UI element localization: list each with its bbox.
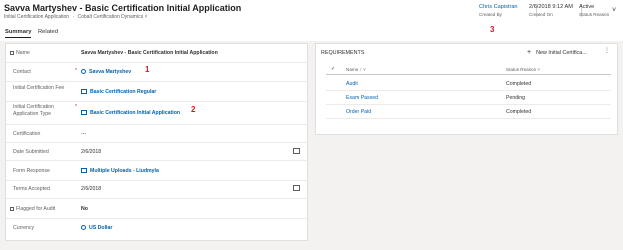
created-by-label: Created By [479, 12, 502, 17]
requirement-status: Completed [506, 81, 532, 87]
record-header: Savva Martyshev - Basic Certification In… [0, 0, 623, 27]
created-by-link[interactable]: Chris Capistran [479, 4, 518, 10]
table-row[interactable]: Audit Completed [326, 77, 611, 91]
apptype-value[interactable]: Basic Certification Initial Application [90, 110, 180, 116]
requirements-subgrid: REQUIREMENTS + New Initial Certifica... ⋮… [315, 43, 618, 135]
form-response-lookup[interactable]: Multiple Uploads - Liudmyla [81, 168, 159, 174]
apptype-label: Initial Certification Application Type [13, 104, 54, 117]
field-terms-accepted: Terms Accepted 2/6/2018 [6, 181, 307, 199]
requirement-name-link[interactable]: Order Paid [346, 109, 371, 115]
contact-label: Contact [13, 69, 31, 75]
required-marker: * [75, 68, 77, 74]
field-certification: Certification --- [6, 125, 307, 143]
entity-name: Initial Certification Application [4, 14, 70, 20]
field-contact: Contact * Savva Martyshev [6, 63, 307, 82]
header-created-by: Chris Capistran Created By [479, 4, 537, 17]
add-icon: + [527, 49, 532, 56]
header-expand-chevron-icon[interactable]: ˅ [612, 7, 616, 14]
requirement-status: Completed [506, 109, 532, 115]
header-created-on: 2/6/2018 9:12 AM Created On [529, 4, 582, 17]
contact-lookup[interactable]: Savva Martyshev [81, 69, 131, 75]
currency-lookup[interactable]: US Dollar [81, 225, 112, 231]
status-reason-label: Status Reason [579, 12, 610, 17]
header-status-reason: Active Status Reason [579, 4, 609, 17]
column-header-status[interactable]: Status Reason ˅ [506, 67, 540, 72]
record-title: Savva Martyshev - Basic Certification In… [4, 3, 242, 13]
certification-value[interactable]: --- [81, 131, 86, 137]
field-application-type: Initial Certification Application Type *… [6, 102, 307, 125]
table-row[interactable]: Exam Passed Pending [326, 91, 611, 105]
name-value[interactable]: Savva Martyshev - Basic Certification In… [81, 50, 218, 56]
terms-value[interactable]: 2/6/2018 [81, 186, 101, 192]
tab-related[interactable]: Related [38, 29, 58, 35]
certification-label: Certification [13, 131, 41, 137]
fee-lookup[interactable]: Basic Certification Regular [81, 89, 156, 95]
field-certification-fee: Initial Certification Fee Basic Certific… [6, 82, 307, 102]
contact-value[interactable]: Savva Martyshev [89, 69, 131, 75]
name-label: Name [16, 50, 30, 56]
date-submitted-value[interactable]: 2/6/2018 [81, 149, 101, 155]
subtitle-separator: · [72, 14, 75, 20]
flagged-label: Flagged for Audit [16, 206, 56, 212]
tab-summary[interactable]: Summary [5, 29, 32, 38]
table-row[interactable]: Order Paid Completed [326, 105, 611, 119]
apptype-lookup[interactable]: Basic Certification Initial Application [81, 110, 180, 116]
select-all-checkbox[interactable]: ✓ [331, 66, 335, 72]
new-button-label: New Initial Certifica... [536, 50, 587, 56]
requirement-name-link[interactable]: Exam Passed [346, 95, 378, 101]
form-response-value[interactable]: Multiple Uploads - Liudmyla [90, 168, 159, 174]
created-on-value: 2/6/2018 9:12 AM [529, 4, 573, 10]
created-on-label: Created On [529, 12, 553, 17]
record-icon [81, 168, 87, 173]
requirement-name-link[interactable]: Audit [346, 81, 358, 87]
fee-value[interactable]: Basic Certification Regular [90, 89, 156, 95]
form-selector[interactable]: Cobalt Certification Dynamics [78, 14, 144, 20]
lock-icon [10, 207, 14, 211]
field-currency: Currency US Dollar [6, 219, 307, 240]
field-flagged-for-audit: Flagged for Audit No [6, 199, 307, 219]
fee-label: Initial Certification Fee [13, 85, 65, 91]
field-date-submitted: Date Submitted 2/6/2018 [6, 143, 307, 161]
date-submitted-label: Date Submitted [13, 149, 49, 155]
lock-icon [10, 51, 14, 55]
required-marker: * [75, 104, 77, 110]
more-options-icon[interactable]: ⋮ [604, 47, 610, 54]
calendar-icon[interactable] [293, 185, 300, 191]
summary-form-section: Name Savva Martyshev - Basic Certificati… [5, 43, 308, 241]
record-icon [81, 89, 87, 94]
callout-1: 1 [145, 65, 150, 74]
column-header-name[interactable]: Name ↑ ˅ [346, 67, 366, 72]
flagged-value: No [81, 206, 88, 212]
status-reason-value: Active [579, 4, 595, 10]
field-form-response: Form Response Multiple Uploads - Liudmyl… [6, 161, 307, 181]
tab-bar: Summary Related [0, 27, 623, 41]
currency-label: Currency [13, 225, 35, 231]
requirements-title: REQUIREMENTS [321, 50, 365, 56]
field-name: Name Savva Martyshev - Basic Certificati… [6, 44, 307, 63]
contact-icon [81, 69, 86, 74]
calendar-icon[interactable] [293, 148, 300, 154]
callout-2: 2 [191, 105, 196, 114]
record-icon [81, 110, 87, 115]
currency-icon [81, 225, 86, 230]
form-response-label: Form Response [13, 168, 50, 174]
grid-header: ✓ Name ↑ ˅ Status Reason ˅ [326, 64, 611, 75]
callout-3: 3 [490, 25, 495, 34]
requirement-status: Pending [506, 95, 526, 101]
record-subtitle: Initial Certification Application · Coba… [4, 14, 147, 20]
new-requirement-button[interactable]: + New Initial Certifica... [527, 49, 587, 56]
chevron-down-icon[interactable]: ˅ [144, 14, 147, 20]
terms-label: Terms Accepted [13, 186, 50, 192]
currency-value[interactable]: US Dollar [89, 225, 112, 231]
